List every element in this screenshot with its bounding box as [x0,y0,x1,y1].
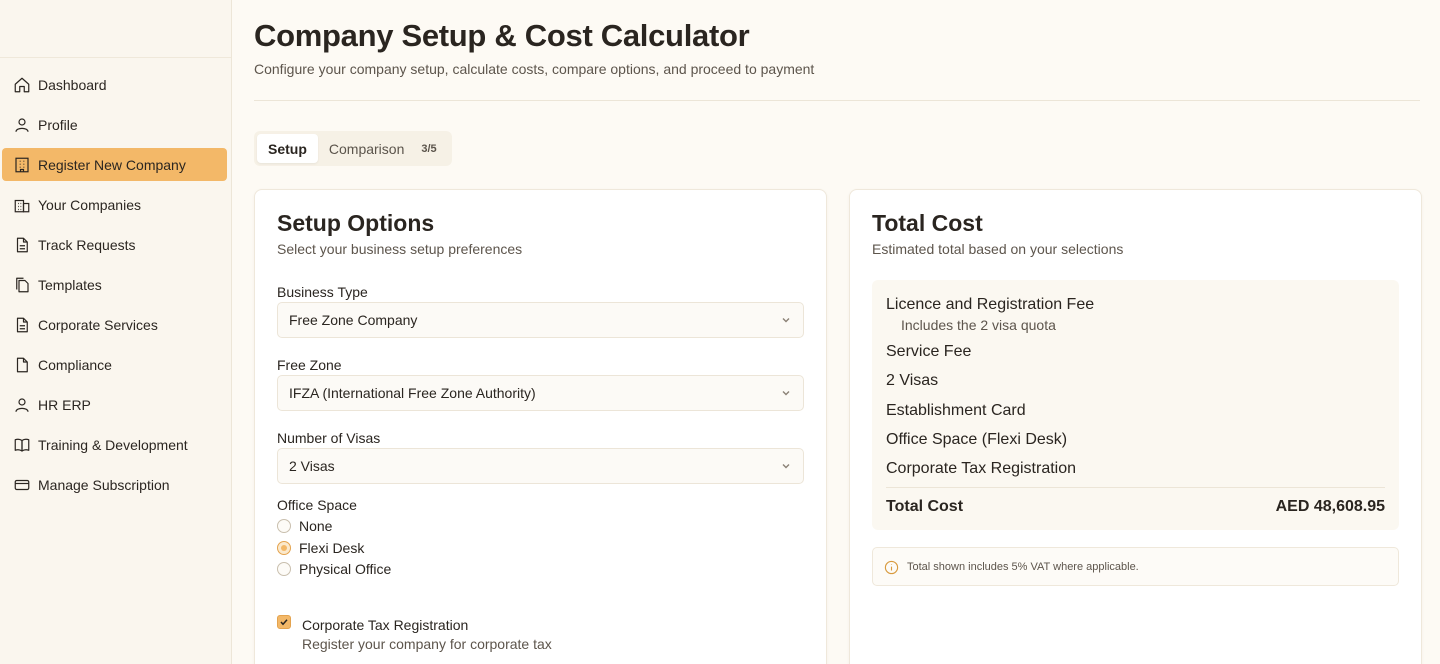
radio-button[interactable] [277,519,291,533]
business-type-value: Free Zone Company [289,312,418,328]
cost-divider [886,487,1385,488]
check-icon [280,619,288,626]
main-content: Company Setup & Cost Calculator Configur… [232,0,1440,664]
radio-button[interactable] [277,541,291,555]
chevron-down-icon [782,464,790,469]
chevron-down-icon [782,318,790,323]
info-icon [884,560,899,575]
number-of-visas-label: Number of Visas [277,430,381,446]
business-type-select[interactable]: Free Zone Company [277,302,804,338]
credit-card-icon [14,479,30,490]
sidebar-item-label: Training & Development [38,436,188,453]
sidebar-item-label: Compliance [38,356,112,373]
sidebar-item-compliance[interactable]: Compliance [2,348,227,381]
comparison-count-badge: 3/5 [421,142,437,155]
sidebar-item-corporate-services[interactable]: Corporate Services [2,308,227,341]
sidebar-item-dashboard[interactable]: Dashboard [2,68,227,101]
documents-icon [16,277,29,292]
sidebar-item-label: HR ERP [38,396,91,413]
total-cost-subtitle: Estimated total based on your selections [872,241,1124,257]
cost-line-licence: Licence and Registration Fee [886,296,1095,313]
free-zone-select[interactable]: IFZA (International Free Zone Authority) [277,375,804,411]
page-subtitle: Configure your company setup, calculate … [254,61,815,77]
sidebar-item-label: Register New Company [38,156,186,173]
user-icon [15,397,29,412]
sidebar-nav: Dashboard Profile Register New Company Y… [0,58,231,501]
vat-note-text: Total shown includes 5% VAT where applic… [907,561,1139,573]
corporate-tax-subtitle: Register your company for corporate tax [302,636,552,652]
total-cost-title: Total Cost [872,210,983,236]
total-cost-label: Total Cost [886,498,964,515]
sidebar-item-label: Your Companies [38,196,141,213]
sidebar-item-manage-subscription[interactable]: Manage Subscription [2,468,227,501]
tab-bar: Setup Comparison 3/5 [254,131,452,166]
sidebar-item-label: Templates [38,276,102,293]
tab-setup[interactable]: Setup [257,134,318,163]
radio-label: None [299,518,333,534]
sidebar-item-register-new-company[interactable]: Register New Company [2,148,227,181]
cost-line-visas: 2 Visas [886,372,939,389]
sidebar-item-label: Dashboard [38,76,107,93]
number-of-visas-value: 2 Visas [289,458,335,474]
number-of-visas-select[interactable]: 2 Visas [277,448,804,484]
office-space-option-physical-office[interactable]: Physical Office [277,561,391,577]
corporate-tax-checkbox[interactable] [277,615,291,629]
sidebar-logo-area [0,0,231,58]
document-icon [16,237,28,252]
setup-options-card: Setup Options Select your business setup… [254,189,827,664]
setup-options-title: Setup Options [277,210,435,236]
office-space-option-flexi-desk[interactable]: Flexi Desk [277,540,364,556]
building-icon [15,157,29,172]
chevron-down-icon [782,391,790,396]
header-divider [254,100,1420,101]
sidebar-item-track-requests[interactable]: Track Requests [2,228,227,261]
user-icon [15,117,29,132]
sidebar-item-your-companies[interactable]: Your Companies [2,188,227,221]
buildings-icon [14,199,30,212]
cost-line-service-fee: Service Fee [886,343,972,360]
total-cost-card: Total Cost Estimated total based on your… [849,189,1422,664]
office-space-label: Office Space [277,497,357,513]
radio-label: Physical Office [299,561,392,577]
sidebar-item-training-development[interactable]: Training & Development [2,428,227,461]
sidebar-item-label: Manage Subscription [38,476,170,493]
radio-label: Flexi Desk [299,540,365,556]
sidebar-item-hr-erp[interactable]: HR ERP [2,388,227,421]
radio-button[interactable] [277,562,291,576]
cost-line-licence-note: Includes the 2 visa quota [901,317,1056,333]
page-title: Company Setup & Cost Calculator [254,18,750,53]
cost-line-office-space: Office Space (Flexi Desk) [886,431,1068,448]
free-zone-value: IFZA (International Free Zone Authority) [289,385,536,401]
free-zone-label: Free Zone [277,357,342,373]
tab-comparison[interactable]: Comparison [318,134,415,163]
home-icon [14,77,30,92]
business-type-label: Business Type [277,284,368,300]
sidebar-item-profile[interactable]: Profile [2,108,227,141]
sidebar-item-label: Profile [38,116,78,133]
document-icon [16,317,28,332]
total-cost-value: AED 48,608.95 [1275,498,1385,515]
vat-note: Total shown includes 5% VAT where applic… [872,547,1399,586]
setup-options-subtitle: Select your business setup preferences [277,241,523,257]
office-space-option-none[interactable]: None [277,518,332,534]
cost-line-establishment-card: Establishment Card [886,402,1026,419]
cost-breakdown: Licence and Registration Fee Includes th… [872,280,1399,530]
sidebar-item-label: Corporate Services [38,316,158,333]
cost-line-corporate-tax: Corporate Tax Registration [886,460,1077,477]
sidebar-item-label: Track Requests [38,236,136,253]
sidebar-item-templates[interactable]: Templates [2,268,227,301]
book-icon [14,438,30,452]
corporate-tax-title: Corporate Tax Registration [302,617,469,633]
sidebar: Dashboard Profile Register New Company Y… [0,0,232,664]
document-icon [16,357,28,372]
